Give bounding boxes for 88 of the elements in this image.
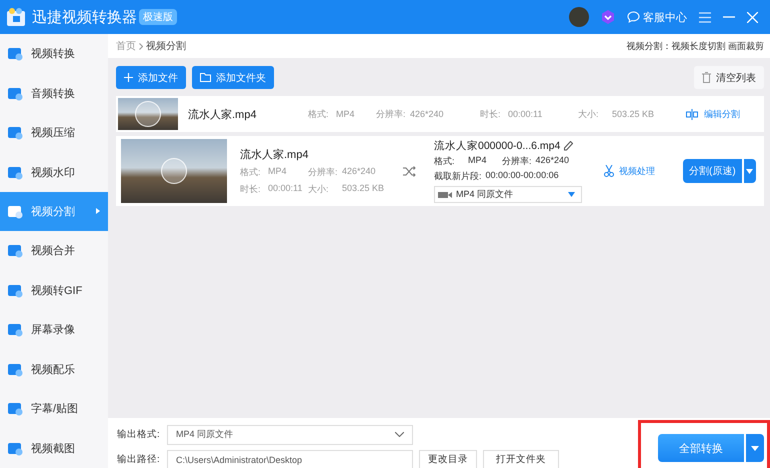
- resolution-label: 分辨率:: [376, 108, 407, 120]
- format-value: MP4: [336, 109, 356, 119]
- size-label: 大小:: [308, 182, 330, 196]
- avatar-circle[interactable]: [569, 7, 589, 27]
- caret-icon: [751, 446, 759, 450]
- format-label: 格式:: [240, 166, 262, 178]
- duration-value: 00:00:11: [508, 109, 544, 119]
- shield-icon[interactable]: [601, 10, 615, 24]
- open-folder-button[interactable]: 打开文件夹: [483, 450, 559, 468]
- output-file-name: 流水人家000000-0...6.mp4: [434, 139, 560, 153]
- resolution-value: 426*240: [410, 109, 445, 119]
- sidebar-item[interactable]: 视频截图: [0, 428, 108, 468]
- video-thumbnail: [118, 98, 178, 130]
- duration-label: 时长:: [480, 108, 502, 120]
- change-directory-button[interactable]: 更改目录: [419, 450, 477, 468]
- output-path-label: 输出路径:: [117, 453, 161, 466]
- scissors-icon: [604, 165, 614, 177]
- output-format-dropdown[interactable]: MP4 同原文件: [167, 424, 413, 444]
- clear-list-button[interactable]: 清空列表: [694, 66, 764, 89]
- format-value: MP4: [468, 155, 488, 167]
- sidebar-item-icon: [7, 401, 23, 416]
- chat-bubble-icon: [627, 11, 640, 23]
- add-file-button[interactable]: 添加文件: [116, 66, 186, 89]
- minimize-icon[interactable]: [723, 16, 735, 18]
- split-dropdown-button[interactable]: [744, 159, 756, 183]
- sidebar-item[interactable]: 视频水印: [0, 152, 108, 192]
- split-icon: [686, 108, 698, 120]
- output-path-field[interactable]: C:\Users\Administrator\Desktop: [167, 450, 413, 468]
- sidebar-item-icon: [7, 440, 23, 456]
- sidebar-item-icon: [7, 164, 23, 180]
- sidebar-item[interactable]: 视频配乐: [0, 350, 108, 390]
- file-name: 流水人家.mp4: [188, 108, 258, 122]
- pencil-icon[interactable]: [564, 141, 574, 151]
- split-button[interactable]: 分割(原速): [683, 159, 742, 183]
- sidebar-item[interactable]: 视频转换: [0, 34, 108, 74]
- sidebar-item-icon: [7, 282, 23, 298]
- sidebar-item[interactable]: 视频合并: [0, 231, 108, 271]
- chevron-icon: [139, 42, 143, 50]
- feature-hint: 视频分割：视频长度切割 画面裁剪: [626, 40, 764, 52]
- close-icon[interactable]: [747, 12, 758, 22]
- size-label: 大小:: [578, 108, 600, 120]
- app-name: 迅捷视频转换器: [32, 8, 137, 26]
- sidebar-item-icon: [7, 125, 23, 140]
- support-button[interactable]: 客服中心: [627, 10, 687, 24]
- file-name: 流水人家.mp4: [240, 148, 310, 162]
- sidebar-item[interactable]: 音频转换: [0, 73, 108, 113]
- caret-icon: [746, 168, 754, 174]
- shuffle-icon: [403, 166, 416, 176]
- duration-label: 时长:: [240, 182, 262, 196]
- sidebar-item[interactable]: 视频压缩: [0, 112, 108, 152]
- sidebar-item[interactable]: 屏幕录像: [0, 310, 108, 350]
- video-process-link[interactable]: 视频处理: [604, 164, 655, 178]
- resolution-value: 426*240: [536, 155, 570, 167]
- format-label: 格式:: [308, 108, 330, 120]
- caret-icon: [568, 192, 575, 197]
- sidebar-item[interactable]: 字幕/贴图: [0, 389, 108, 429]
- sidebar-item-icon: [7, 362, 23, 377]
- folder-icon: [200, 73, 211, 82]
- sidebar-item-icon: [7, 204, 23, 220]
- duration-value: 00:00:11: [268, 182, 304, 194]
- file-row[interactable]: 流水人家.mp4 格式: MP4 分辨率: 426*240 时长: 00:00:11 大小: 503.25 KB 编辑分割: [116, 96, 764, 132]
- size-value: 503.25 KB: [612, 109, 656, 119]
- segment-label: 截取新片段:: [434, 170, 482, 183]
- edition-badge: 极速版: [139, 9, 177, 25]
- resolution-label: 分辨率:: [502, 155, 532, 168]
- resolution-value: 426*240: [342, 166, 376, 178]
- video-camera-icon: [438, 192, 452, 198]
- preset-dropdown[interactable]: MP4 同原文件: [434, 186, 582, 203]
- format-value: MP4: [268, 166, 288, 178]
- add-folder-button[interactable]: 添加文件夹: [192, 66, 274, 89]
- sidebar-item-icon: [7, 86, 23, 101]
- resolution-label: 分辨率:: [308, 166, 339, 178]
- app-logo-icon: [6, 7, 28, 27]
- size-value: 503.25 KB: [342, 182, 384, 194]
- sidebar-item-icon: [7, 322, 23, 338]
- output-format-label: 输出格式:: [117, 428, 161, 441]
- breadcrumb-current: 视频分割: [146, 40, 186, 53]
- sidebar-item-icon: [7, 243, 23, 258]
- chevron-down-icon: [395, 432, 404, 437]
- segment-value: 00:00:00-00:00:06: [486, 170, 559, 182]
- plus-icon: [124, 73, 133, 82]
- format-label: 格式:: [434, 155, 456, 168]
- convert-dropdown-button[interactable]: [746, 434, 764, 462]
- sidebar-item-icon: [7, 46, 23, 62]
- sidebar-item[interactable]: 视频转GIF: [0, 270, 108, 310]
- trash-icon: [702, 72, 711, 83]
- edit-split-link[interactable]: 编辑分割: [686, 108, 740, 120]
- menu-icon[interactable]: [699, 12, 711, 22]
